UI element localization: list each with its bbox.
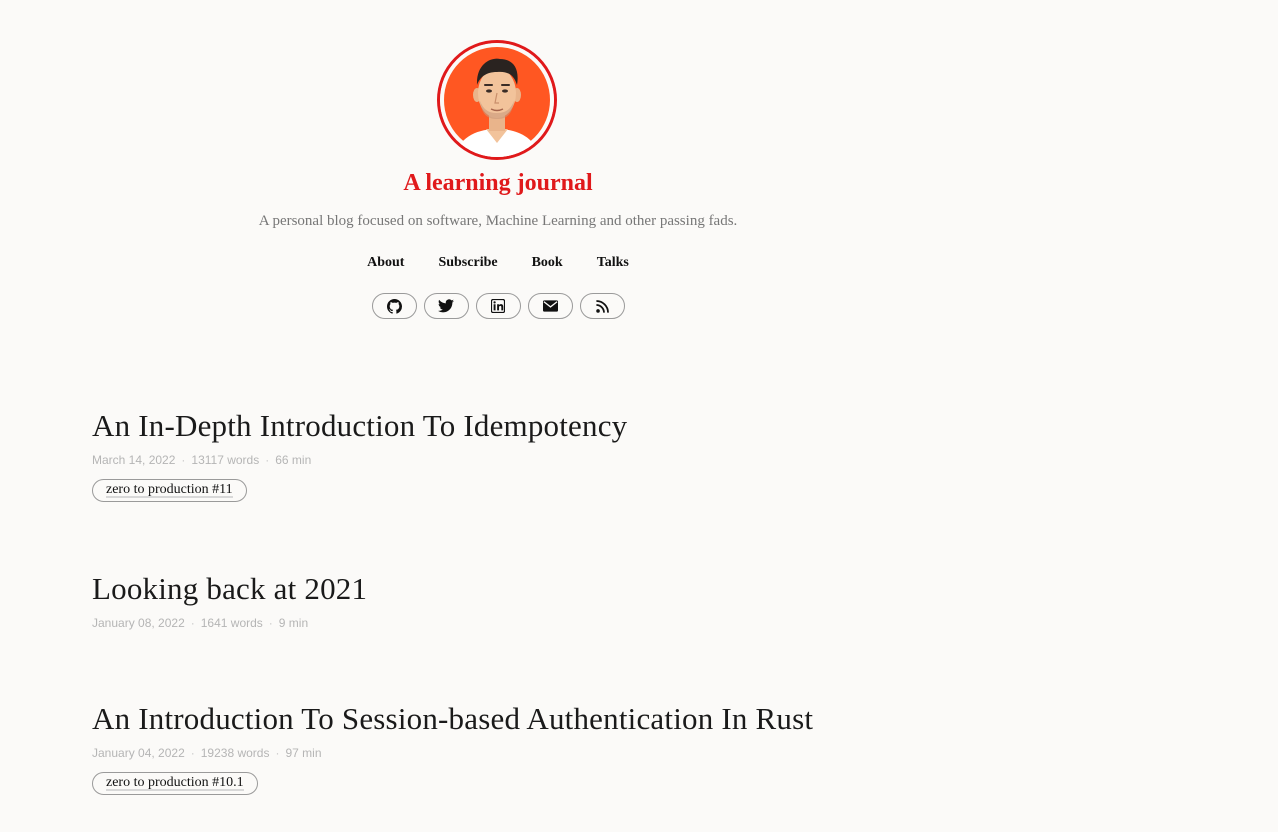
separator-dot: · bbox=[190, 616, 195, 630]
nav-book-link[interactable]: Book bbox=[515, 255, 580, 271]
post-series-tag-label: zero to production #11 bbox=[106, 482, 233, 497]
post-date: January 08, 2022 bbox=[92, 616, 185, 630]
linkedin-button[interactable] bbox=[475, 293, 521, 319]
post-title[interactable]: An In-Depth Introduction To Idempotency bbox=[92, 408, 627, 444]
post-item: An In-Depth Introduction To Idempotency … bbox=[92, 408, 627, 502]
page: A learning journal A personal blog focus… bbox=[0, 0, 1278, 832]
github-icon bbox=[386, 298, 402, 314]
separator-dot: · bbox=[190, 746, 195, 760]
site-tagline: A personal blog focused on software, Mac… bbox=[258, 213, 738, 229]
post-series-tag[interactable]: zero to production #10.1 bbox=[92, 772, 258, 795]
tag-underline bbox=[106, 496, 233, 498]
avatar-illustration bbox=[440, 43, 554, 157]
nav-talks-link[interactable]: Talks bbox=[580, 255, 646, 271]
post-series-tag[interactable]: zero to production #11 bbox=[92, 479, 247, 502]
separator-dot: · bbox=[268, 616, 273, 630]
linkedin-icon bbox=[491, 299, 505, 313]
post-meta: January 08, 2022 · 1641 words · 9 min bbox=[92, 616, 367, 630]
twitter-icon bbox=[438, 299, 454, 313]
post-word-count: 19238 words bbox=[200, 746, 270, 760]
nav-about-link[interactable]: About bbox=[350, 255, 421, 271]
envelope-icon bbox=[542, 300, 558, 312]
rss-button[interactable] bbox=[579, 293, 625, 319]
post-item: Looking back at 2021 January 08, 2022 · 16… bbox=[92, 571, 367, 630]
github-button[interactable] bbox=[371, 293, 417, 319]
post-word-count: 1641 words bbox=[200, 616, 263, 630]
post-date: March 14, 2022 bbox=[92, 453, 176, 467]
post-read-time: 97 min bbox=[285, 746, 322, 760]
post-title[interactable]: Looking back at 2021 bbox=[92, 571, 367, 607]
email-button[interactable] bbox=[527, 293, 573, 319]
site-title[interactable]: A learning journal bbox=[0, 170, 996, 197]
rss-icon bbox=[595, 299, 609, 313]
tag-underline bbox=[106, 789, 244, 791]
avatar[interactable] bbox=[437, 40, 557, 160]
post-date: January 04, 2022 bbox=[92, 746, 185, 760]
post-word-count: 13117 words bbox=[191, 453, 260, 467]
separator-dot: · bbox=[275, 746, 280, 760]
separator-dot: · bbox=[265, 453, 270, 467]
post-title[interactable]: An Introduction To Session-based Authent… bbox=[92, 701, 813, 737]
post-meta: March 14, 2022 · 13117 words · 66 min bbox=[92, 453, 627, 467]
post-meta: January 04, 2022 · 19238 words · 97 min bbox=[92, 746, 813, 760]
social-links bbox=[0, 293, 996, 319]
post-series-tag-label: zero to production #10.1 bbox=[106, 775, 244, 790]
separator-dot: · bbox=[181, 453, 186, 467]
nav-subscribe-link[interactable]: Subscribe bbox=[421, 255, 514, 271]
post-read-time: 9 min bbox=[278, 616, 309, 630]
post-read-time: 66 min bbox=[275, 453, 312, 467]
main-nav: About Subscribe Book Talks bbox=[0, 255, 996, 271]
post-item: An Introduction To Session-based Authent… bbox=[92, 701, 813, 795]
twitter-button[interactable] bbox=[423, 293, 469, 319]
